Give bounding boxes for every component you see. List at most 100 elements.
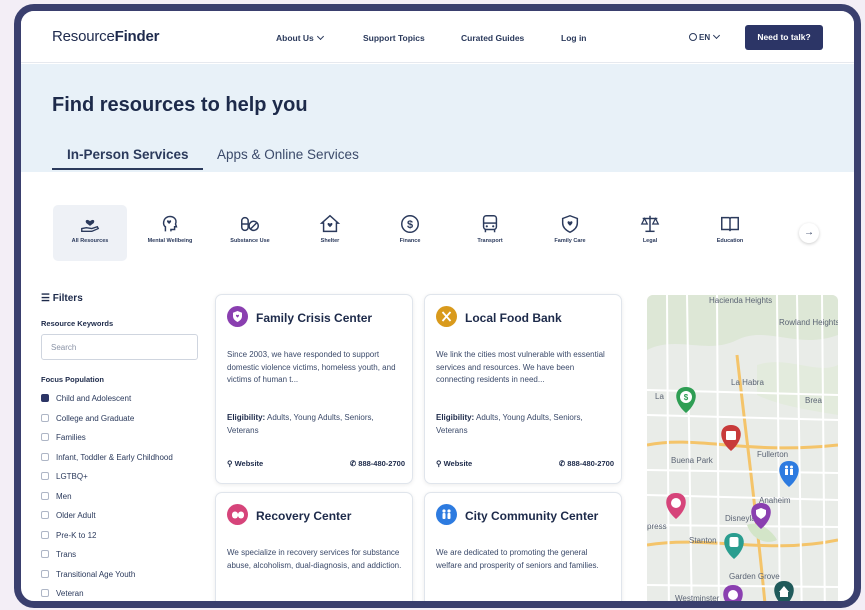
category-shelter[interactable]: Shelter	[293, 205, 367, 261]
chevron-down-icon	[316, 32, 324, 41]
phone-link[interactable]: ✆ 888-480-2700	[559, 459, 614, 468]
category-bar: All Resources Mental Wellbeing Substance…	[21, 173, 854, 281]
category-label: Shelter	[320, 238, 340, 244]
book-icon	[721, 216, 739, 232]
filter-option-label: Child and Adolescent	[56, 394, 132, 403]
family-care-map-pin[interactable]	[723, 585, 743, 608]
filter-option[interactable]: College and Graduate	[41, 413, 221, 433]
need-to-talk-button[interactable]: Need to talk?	[745, 25, 823, 50]
category-family-care[interactable]: Family Care	[533, 205, 607, 261]
filter-option[interactable]: Pre-K to 12	[41, 530, 221, 550]
map-label: Buena Park	[671, 456, 714, 465]
resource-card[interactable]: City Community Center We are dedicated t…	[424, 492, 622, 601]
category-substance-use[interactable]: Substance Use	[213, 205, 287, 261]
resource-card[interactable]: Family Crisis Center Since 2003, we have…	[215, 294, 413, 484]
category-legal[interactable]: Legal	[613, 205, 687, 261]
chevron-down-icon	[713, 31, 721, 40]
phone-link[interactable]: ✆ 888-480-2700	[350, 459, 405, 468]
nav-login[interactable]: Log in	[561, 33, 587, 43]
category-mental-wellbeing[interactable]: Mental Wellbeing	[133, 205, 207, 261]
category-label: Legal	[642, 238, 658, 244]
filter-option[interactable]: Families	[41, 432, 221, 452]
filter-option[interactable]: LGTBQ+	[41, 471, 221, 491]
phone-icon: ✆	[349, 459, 357, 468]
card-eligibility: Eligibility: Adults, Young Adults, Senio…	[227, 413, 374, 435]
card-description: We specialize in recovery services for s…	[227, 548, 402, 570]
filter-option[interactable]: Veteran	[41, 588, 221, 601]
map-label: Brea	[805, 396, 822, 405]
category-label: Transport	[477, 238, 503, 244]
search-input[interactable]: Search	[41, 334, 198, 360]
filter-option-label: Infant, Toddler & Early Childhood	[56, 452, 173, 462]
filter-option[interactable]: Older Adult	[41, 510, 221, 530]
bus-icon	[482, 215, 498, 233]
arrow-right-icon: →	[804, 227, 814, 238]
map-label: Hacienda Heights	[709, 296, 772, 305]
card-title[interactable]: Local Food Bank	[465, 311, 562, 325]
map-label: Rowland Heights	[779, 318, 838, 327]
category-all-resources[interactable]: All Resources	[53, 205, 127, 261]
filter-option[interactable]: Men	[41, 491, 221, 511]
card-title[interactable]: Recovery Center	[256, 509, 351, 523]
checkbox[interactable]	[41, 511, 49, 519]
map-label: La Habra	[731, 378, 764, 387]
nav-support-topics[interactable]: Support Topics	[363, 33, 425, 43]
card-title[interactable]: City Community Center	[465, 509, 598, 523]
category-label: Mental Wellbeing	[147, 238, 193, 244]
resource-card[interactable]: Recovery Center We specialize in recover…	[215, 492, 413, 601]
shelter-map-pin[interactable]	[774, 581, 794, 607]
map-label: La	[655, 392, 664, 401]
filter-option[interactable]: Child and Adolescent	[41, 393, 221, 413]
filter-option[interactable]: Trans	[41, 549, 221, 569]
checkbox[interactable]	[41, 394, 49, 402]
language-selector[interactable]: EN	[689, 31, 721, 42]
category-label: Education	[716, 238, 744, 244]
nav-about-us[interactable]: About Us	[276, 32, 324, 43]
card-description: We link the cities most vulnerable with …	[436, 350, 605, 384]
category-label: All Resources	[71, 238, 109, 244]
website-link[interactable]: ⚲ Website	[436, 459, 472, 468]
category-label: Substance Use	[230, 238, 270, 244]
logo[interactable]: ResourceFinder	[52, 28, 159, 45]
category-education[interactable]: Education	[693, 205, 767, 261]
filter-option[interactable]: Transitional Age Youth	[41, 569, 221, 589]
browser-frame: ResourceFinder About Us Support Topics C…	[14, 4, 861, 608]
checkbox[interactable]	[41, 413, 49, 422]
nav-curated-guides[interactable]: Curated Guides	[461, 33, 524, 43]
checkbox[interactable]	[41, 589, 49, 597]
tab-apps-online-services[interactable]: Apps & Online Services	[217, 147, 359, 168]
filter-option[interactable]: Infant, Toddler & Early Childhood	[41, 452, 221, 472]
hero-section: Find resources to help you In-Person Ser…	[21, 64, 854, 172]
filter-option-label: Men	[56, 491, 72, 501]
checkbox[interactable]	[41, 530, 49, 539]
map-canvas[interactable]: Hacienda Heights Rowland Heights La Habr…	[647, 295, 838, 608]
focus-population-list: Child and Adolescent College and Graduate…	[41, 393, 221, 601]
checkbox[interactable]	[41, 550, 49, 558]
filters-title: ☰ Filters	[41, 293, 83, 304]
filter-option-label: Trans	[56, 550, 77, 559]
category-finance[interactable]: $ Finance	[373, 205, 447, 261]
phone-icon: ✆	[558, 459, 566, 468]
map-label: Stanton	[689, 536, 717, 545]
checkbox[interactable]	[41, 452, 49, 461]
tab-in-person-services[interactable]: In-Person Services	[52, 147, 203, 170]
globe-icon	[689, 33, 697, 41]
card-description: Since 2003, we have responded to support…	[227, 350, 396, 384]
pills-icon	[227, 504, 248, 525]
card-footer: ⚲ Website ✆ 888-480-2700	[227, 459, 405, 468]
category-transport[interactable]: Transport	[453, 205, 527, 261]
checkbox[interactable]	[41, 569, 49, 578]
filter-option-label: Families	[56, 433, 86, 442]
checkbox[interactable]	[41, 433, 49, 441]
checkbox[interactable]	[41, 491, 49, 500]
resource-card[interactable]: Local Food Bank We link the cities most …	[424, 294, 622, 484]
category-label: Finance	[399, 238, 421, 244]
checkbox[interactable]	[41, 472, 49, 480]
category-next-button[interactable]: →	[799, 223, 819, 243]
map-label: Westminster	[675, 594, 720, 603]
card-title[interactable]: Family Crisis Center	[256, 311, 372, 325]
website-link[interactable]: ⚲ Website	[227, 459, 263, 468]
svg-text:$: $	[684, 393, 689, 402]
location-pin-icon: ⚲	[227, 459, 233, 468]
map-panel[interactable]: Hacienda Heights Rowland Heights La Habr…	[647, 295, 838, 608]
